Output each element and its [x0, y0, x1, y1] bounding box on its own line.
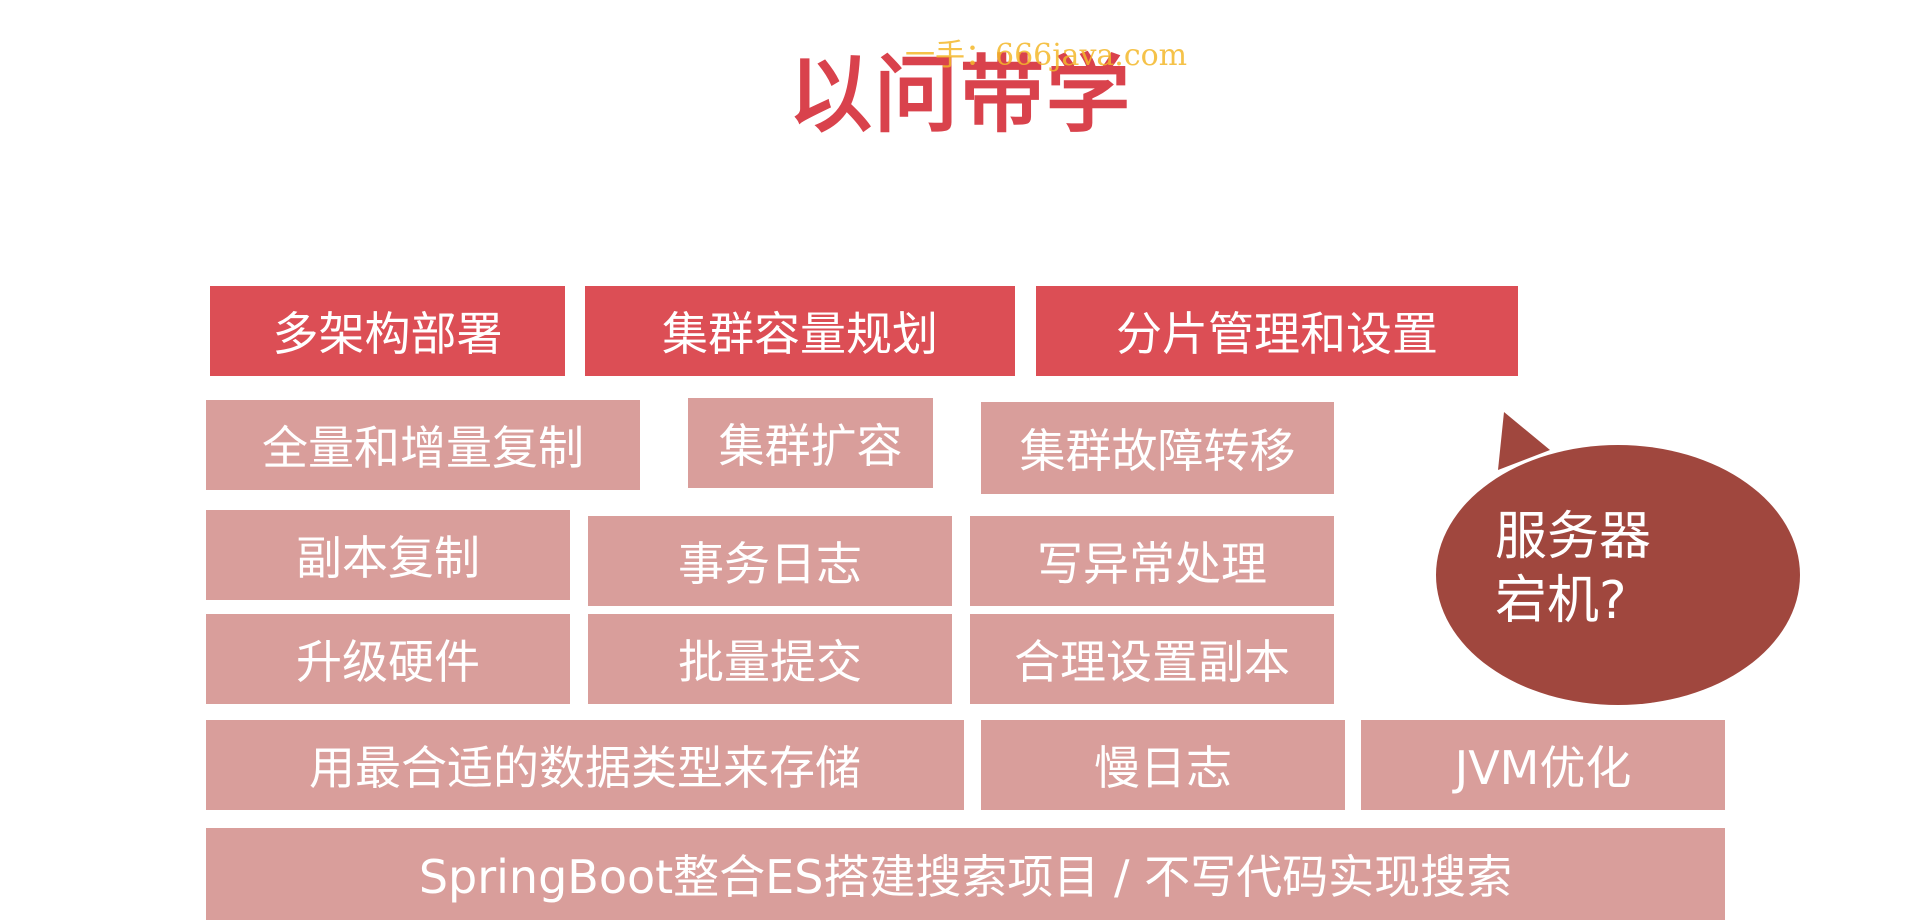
topic-box-springboot-es-search-project: SpringBoot整合ES搭建搜索项目 / 不写代码实现搜索	[206, 828, 1725, 920]
topic-box-upgrade-hardware: 升级硬件	[206, 614, 570, 704]
topic-box-cluster-scale-out: 集群扩容	[688, 398, 933, 488]
topic-box-transaction-log: 事务日志	[588, 516, 952, 606]
topic-box-slow-log: 慢日志	[981, 720, 1345, 810]
topic-box-batch-submit: 批量提交	[588, 614, 952, 704]
topic-box-cluster-failover: 集群故障转移	[981, 402, 1334, 494]
speech-bubble-text: 服务器 宕机?	[1495, 505, 1651, 633]
topic-box-proper-replica-settings: 合理设置副本	[970, 614, 1334, 704]
topic-box-shard-management: 分片管理和设置	[1036, 286, 1518, 376]
topic-box-multi-arch-deploy: 多架构部署	[210, 286, 565, 376]
bubble-line-1: 服务器	[1495, 507, 1652, 567]
bubble-line-2: 宕机?	[1495, 571, 1627, 631]
topic-box-replica-replication: 副本复制	[206, 510, 570, 600]
topic-box-cluster-capacity-planning: 集群容量规划	[585, 286, 1015, 376]
topic-box-full-incremental-replication: 全量和增量复制	[206, 400, 640, 490]
watermark-text: 一手：666java.com	[905, 38, 1188, 73]
topic-box-best-data-types: 用最合适的数据类型来存储	[206, 720, 964, 810]
topic-box-write-exception-handling: 写异常处理	[970, 516, 1334, 606]
topic-box-jvm-optimization: JVM优化	[1361, 720, 1725, 810]
